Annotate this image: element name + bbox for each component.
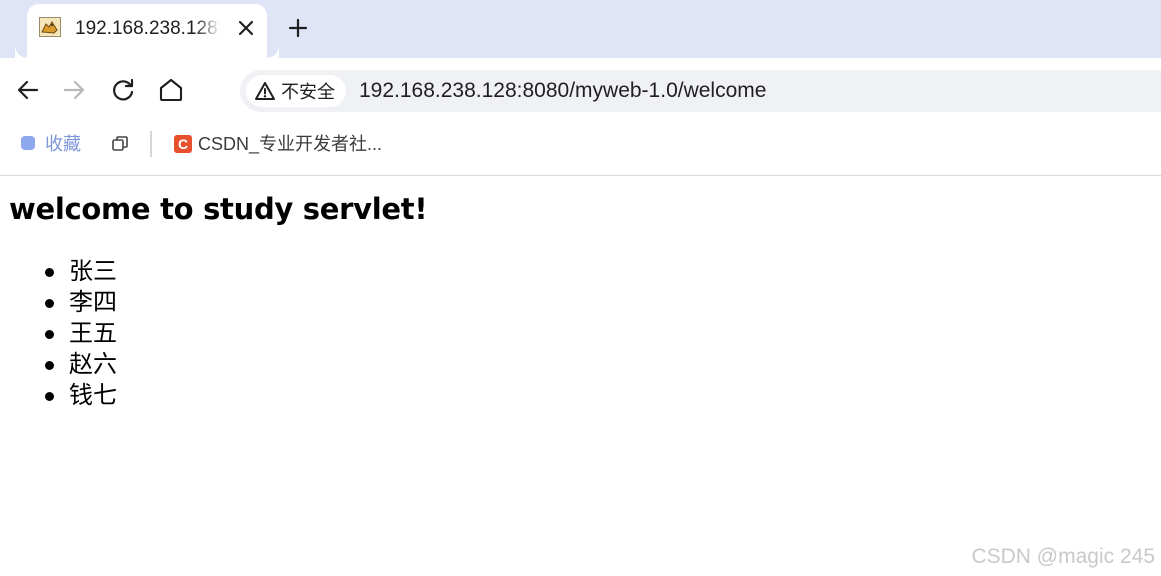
watermark: CSDN @magic 245 <box>971 545 1155 568</box>
warning-icon <box>254 81 276 101</box>
new-tab-icon[interactable] <box>286 16 310 40</box>
list-item: 王五 <box>45 320 117 347</box>
url-text[interactable]: 192.168.238.128:8080/myweb-1.0/welcome <box>359 79 766 103</box>
page-content: welcome to study servlet! 张三 李四 王五 赵六 钱七… <box>0 176 1161 576</box>
bookmark-csdn[interactable]: CSDN_专业开发者社... <box>198 133 382 155</box>
bookmarks-separator <box>150 131 152 157</box>
close-icon[interactable] <box>235 17 257 39</box>
security-indicator[interactable]: 不安全 <box>246 75 346 107</box>
csdn-icon[interactable]: C <box>174 135 192 153</box>
tab-strip: 192.168.238.128:8080/myweb-1.0/welcome <box>0 0 1161 58</box>
home-icon[interactable] <box>157 76 185 104</box>
page-heading: welcome to study servlet! <box>9 192 428 226</box>
navigation-toolbar: 不安全 192.168.238.128:8080/myweb-1.0/welco… <box>0 58 1161 124</box>
favorites-icon[interactable] <box>21 136 35 150</box>
tab-groups-icon[interactable] <box>111 135 129 153</box>
name-list: 张三 李四 王五 赵六 钱七 <box>0 256 117 411</box>
back-arrow-icon[interactable] <box>14 76 42 104</box>
list-item: 张三 <box>45 258 117 285</box>
favorites-label[interactable]: 收藏 <box>45 133 81 155</box>
list-item: 钱七 <box>45 382 117 409</box>
tomcat-icon <box>39 17 61 37</box>
forward-arrow-icon[interactable] <box>60 76 88 104</box>
list-item: 赵六 <box>45 351 117 378</box>
tab-title: 192.168.238.128:8080/myweb-1.0/welcome <box>75 18 221 39</box>
list-item: 李四 <box>45 289 117 316</box>
security-label: 不安全 <box>281 82 335 102</box>
reload-icon[interactable] <box>109 76 137 104</box>
bookmarks-bar: 收藏 C CSDN_专业开发者社... <box>0 124 1161 175</box>
active-tab[interactable]: 192.168.238.128:8080/myweb-1.0/welcome <box>27 4 279 58</box>
address-bar[interactable]: 不安全 192.168.238.128:8080/myweb-1.0/welco… <box>240 70 1161 112</box>
